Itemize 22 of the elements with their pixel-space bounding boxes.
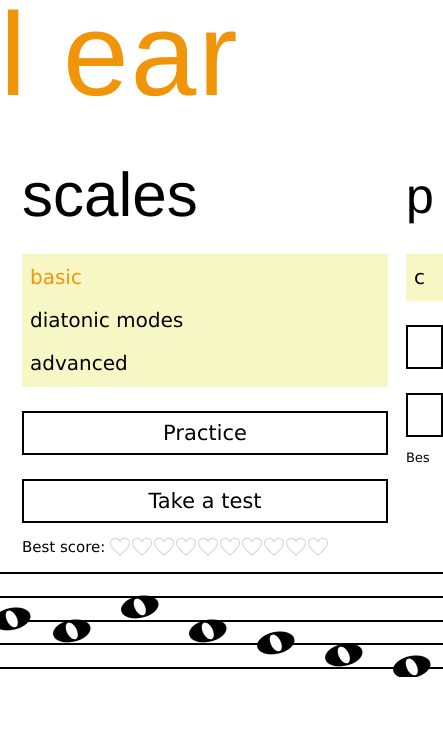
app-title: l ear bbox=[0, 0, 241, 120]
best-score-label: Bes bbox=[406, 451, 430, 466]
list-item[interactable]: advanced bbox=[30, 342, 380, 385]
heart-icon bbox=[219, 537, 242, 557]
action-button[interactable]: Practice bbox=[22, 411, 388, 455]
heart-icon bbox=[131, 537, 154, 557]
list-item[interactable]: diatonic modes bbox=[30, 299, 380, 342]
heart-icon bbox=[263, 537, 286, 557]
section-heading: scales bbox=[22, 160, 199, 232]
heart-icon bbox=[153, 537, 176, 557]
action-button[interactable]: Take a test bbox=[22, 479, 388, 523]
partial-button[interactable] bbox=[406, 393, 443, 437]
partial-button[interactable] bbox=[406, 325, 443, 369]
best-score-label: Best score: bbox=[22, 538, 106, 556]
section-heading: p bbox=[406, 167, 435, 226]
heart-icon bbox=[197, 537, 220, 557]
heart-icon bbox=[307, 537, 330, 557]
heart-icon bbox=[241, 537, 264, 557]
heart-icon bbox=[109, 537, 132, 557]
heart-icon bbox=[285, 537, 308, 557]
heart-icon bbox=[175, 537, 198, 557]
list-item[interactable]: c bbox=[414, 256, 435, 299]
